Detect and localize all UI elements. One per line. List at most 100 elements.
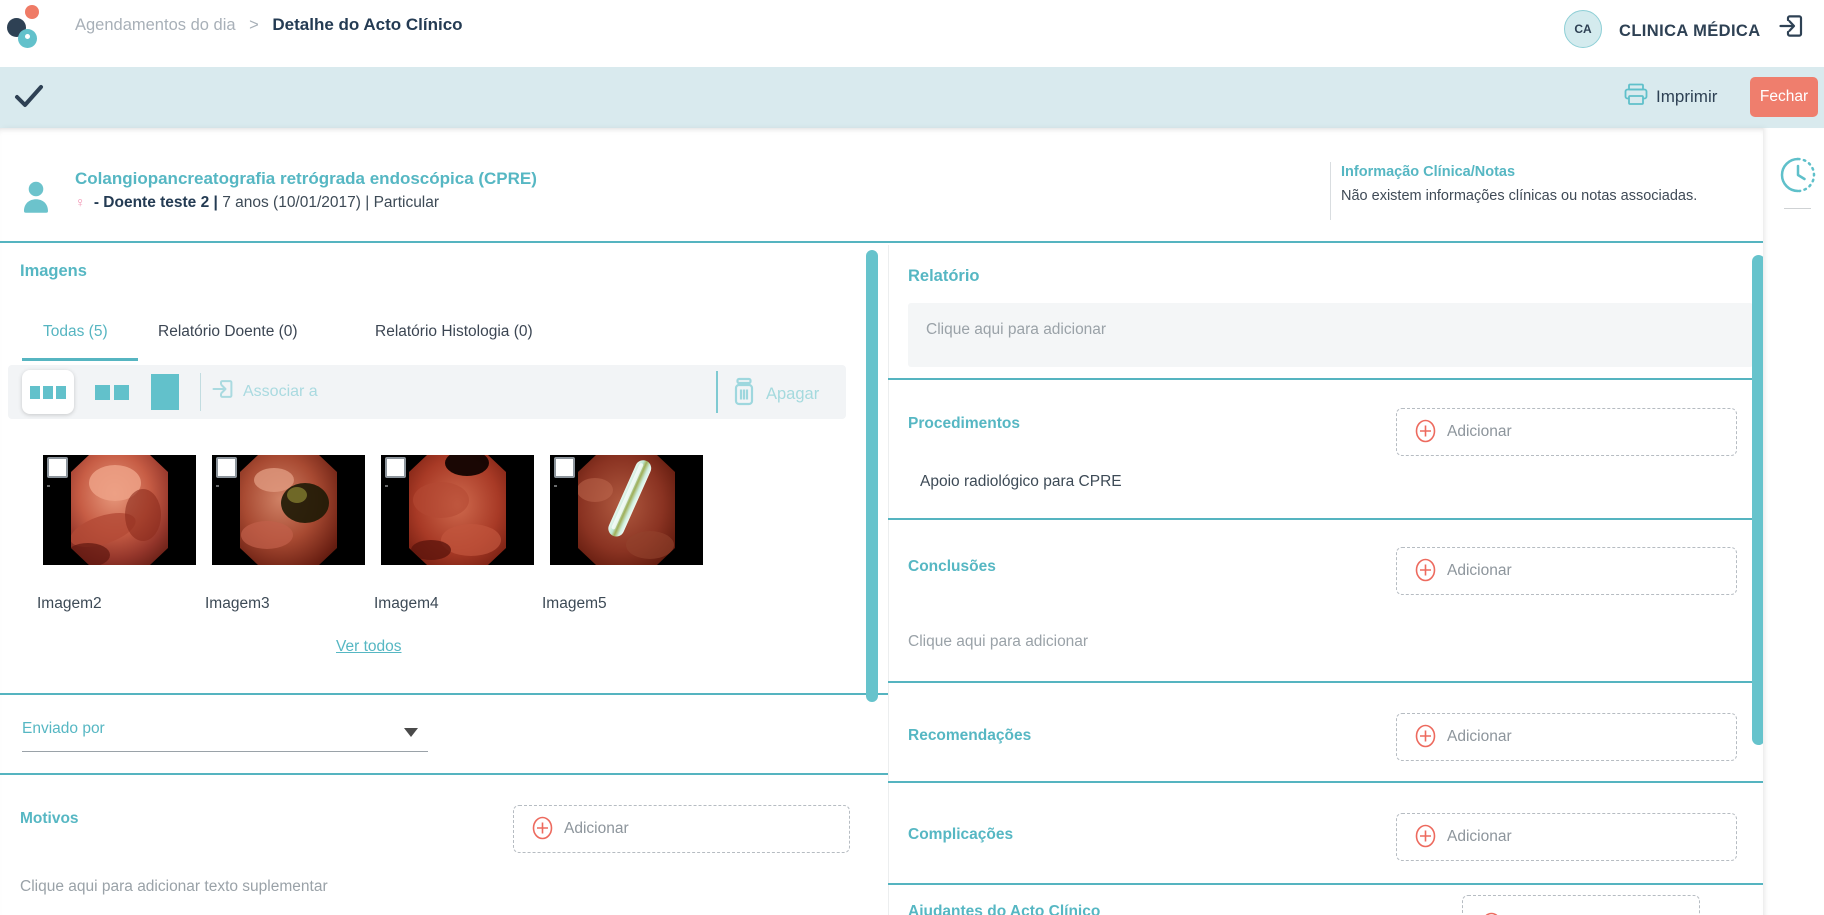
section-divider — [0, 693, 888, 695]
section-divider — [888, 681, 1763, 683]
procedure-title: Colangiopancreatografia retrógrada endos… — [75, 169, 537, 189]
image-checkbox[interactable] — [385, 457, 406, 478]
image-label: Imagem5 — [542, 595, 607, 613]
plus-circle-icon — [1415, 824, 1436, 851]
images-toolbar: Associar a Apagar — [8, 365, 846, 419]
info-divider — [1330, 162, 1331, 220]
top-header: Agendamentos do dia > Detalhe do Acto Cl… — [0, 0, 1824, 67]
patient-details: 7 anos (10/01/2017) | Particular — [222, 194, 439, 211]
report-placeholder: Clique aqui para adicionar — [926, 321, 1106, 339]
content-area: Imagens Todas (5) Relatório Doente (0) R… — [0, 245, 1763, 915]
add-assistant-button[interactable]: Adicionar — [1462, 895, 1700, 915]
section-divider — [888, 883, 1763, 885]
tab-all-images[interactable]: Todas (5) — [43, 323, 108, 341]
motives-placeholder[interactable]: Clique aqui para adicionar texto supleme… — [20, 878, 328, 896]
delete-images-button[interactable]: Apagar — [732, 377, 819, 411]
add-label: Adicionar — [1447, 728, 1512, 746]
complications-title: Complicações — [908, 826, 1013, 844]
image-thumbnail[interactable] — [381, 455, 534, 565]
breadcrumb-parent-link[interactable]: Agendamentos do dia — [75, 16, 236, 34]
breadcrumb-current: Detalhe do Acto Clínico — [272, 15, 462, 34]
associate-to-button[interactable]: Associar a — [212, 378, 318, 405]
tab-patient-report[interactable]: Relatório Doente (0) — [158, 323, 298, 341]
report-panel: Relatório Clique aqui para adicionar Pro… — [888, 245, 1763, 915]
square-icon — [30, 386, 40, 399]
square-icon — [114, 385, 129, 400]
recommendations-title: Recomendações — [908, 727, 1031, 745]
clinical-info-title: Informação Clínica/Notas — [1341, 164, 1515, 180]
image-thumbnail[interactable] — [212, 455, 365, 565]
trash-icon — [732, 377, 756, 411]
right-panel-scrollbar[interactable] — [1752, 255, 1763, 745]
sent-by-label: Enviado por — [22, 720, 105, 738]
add-motive-button[interactable]: Adicionar — [513, 805, 850, 853]
image-label: Imagem3 — [205, 595, 270, 613]
chevron-down-icon — [404, 728, 418, 737]
plus-circle-icon — [1415, 419, 1436, 446]
patient-icon — [22, 181, 50, 219]
left-panel-scrollbar[interactable] — [866, 250, 878, 702]
associate-icon — [212, 378, 234, 405]
clinical-act-card: Colangiopancreatografia retrógrada endos… — [0, 128, 1763, 915]
sent-by-dropdown[interactable]: Enviado por — [22, 715, 428, 752]
confirm-check-icon[interactable] — [14, 83, 44, 111]
user-avatar[interactable]: CA — [1564, 10, 1602, 48]
view-large-button[interactable] — [150, 373, 180, 411]
toolbar-divider — [716, 371, 718, 413]
tab-histology-report[interactable]: Relatório Histologia (0) — [375, 323, 533, 341]
active-tab-underline — [22, 358, 138, 361]
image-label: Imagem4 — [374, 595, 439, 613]
motives-title: Motivos — [20, 810, 79, 828]
plus-circle-icon — [1415, 558, 1436, 585]
add-procedure-button[interactable]: Adicionar — [1396, 408, 1737, 456]
gender-female-icon: ♀ — [75, 194, 86, 210]
section-divider — [888, 781, 1763, 783]
images-panel: Imagens Todas (5) Relatório Doente (0) R… — [0, 245, 888, 915]
procedure-item: Apoio radiológico para CPRE — [920, 473, 1122, 491]
view-all-link[interactable]: Ver todos — [336, 638, 402, 656]
add-conclusion-button[interactable]: Adicionar — [1396, 547, 1737, 595]
images-title: Imagens — [20, 262, 87, 281]
assistants-title: Ajudantes do Acto Clínico — [908, 903, 1100, 915]
add-label: Adicionar — [1447, 562, 1512, 580]
square-icon — [95, 385, 110, 400]
view-medium-grid-button[interactable] — [92, 375, 132, 409]
patient-summary: ♀ - Doente teste 2 | 7 anos (10/01/2017)… — [75, 194, 439, 212]
conclusions-placeholder[interactable]: Clique aqui para adicionar — [908, 633, 1088, 651]
image-thumbnail[interactable] — [550, 455, 703, 565]
clinical-act-detail-page: Agendamentos do dia > Detalhe do Acto Cl… — [0, 0, 1824, 915]
plus-circle-icon — [1481, 912, 1502, 915]
breadcrumb: Agendamentos do dia > Detalhe do Acto Cl… — [75, 15, 463, 35]
print-button[interactable]: Imprimir — [1624, 82, 1717, 112]
report-input-area[interactable]: Clique aqui para adicionar — [908, 303, 1753, 367]
logout-icon[interactable] — [1778, 13, 1804, 39]
history-clock-icon[interactable] — [1779, 156, 1817, 194]
image-checkbox[interactable] — [554, 457, 575, 478]
image-checkbox[interactable] — [216, 457, 237, 478]
app-logo[interactable] — [6, 3, 50, 51]
avatar-initials: CA — [1574, 22, 1591, 36]
patient-header: Colangiopancreatografia retrógrada endos… — [0, 128, 1763, 243]
conclusions-title: Conclusões — [908, 558, 996, 576]
add-complication-button[interactable]: Adicionar — [1396, 813, 1737, 861]
section-divider — [888, 518, 1763, 520]
delete-label: Apagar — [766, 385, 819, 404]
clinical-info-empty-text: Não existem informações clínicas ou nota… — [1341, 188, 1697, 204]
add-label: Adicionar — [1447, 423, 1512, 441]
action-toolbar: Imprimir Fechar — [0, 67, 1824, 128]
square-icon — [56, 386, 66, 399]
square-icon — [151, 374, 179, 410]
view-small-grid-button[interactable] — [22, 370, 74, 414]
section-divider — [888, 378, 1763, 380]
plus-circle-icon — [1415, 724, 1436, 751]
breadcrumb-separator: > — [249, 16, 259, 34]
image-thumbnail[interactable] — [43, 455, 196, 565]
toolbar-divider — [200, 373, 201, 411]
add-recommendation-button[interactable]: Adicionar — [1396, 713, 1737, 761]
image-checkbox[interactable] — [47, 457, 68, 478]
square-icon — [43, 386, 53, 399]
rail-divider — [1784, 208, 1811, 209]
close-button[interactable]: Fechar — [1750, 77, 1818, 117]
report-title: Relatório — [908, 267, 980, 286]
procedures-title: Procedimentos — [908, 415, 1020, 433]
